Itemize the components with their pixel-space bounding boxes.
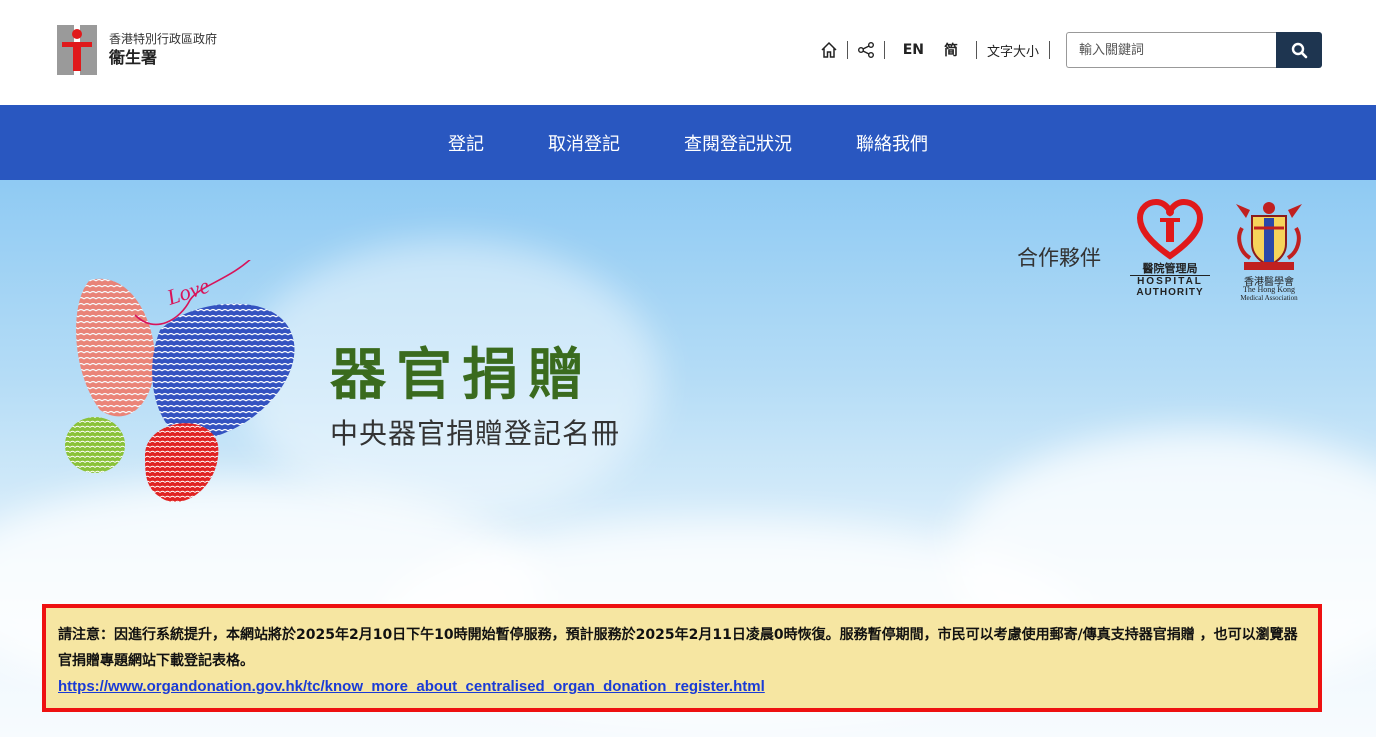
hero-title: 器官捐贈: [330, 343, 594, 408]
home-icon[interactable]: [819, 40, 839, 60]
header-tools: EN 简 文字大小: [819, 32, 1322, 68]
love-script: Love: [163, 273, 213, 310]
search-box: [1066, 32, 1322, 68]
divider: [883, 41, 885, 59]
ha-zh-name: 醫院管理局: [1142, 262, 1198, 275]
divider: [975, 41, 977, 59]
notice-link[interactable]: https://www.organdonation.gov.hk/tc/know…: [58, 674, 1306, 700]
notice-text: 請注意：因進行系統提升，本網站將於2025年2月10日下午10時開始暫停服務，預…: [58, 627, 1298, 669]
hkma-en-name-1: The Hong Kong: [1243, 285, 1295, 294]
search-input[interactable]: [1066, 32, 1276, 68]
maintenance-notice: 請注意：因進行系統提升，本網站將於2025年2月10日下午10時開始暫停服務，預…: [42, 604, 1322, 712]
ha-heart-icon: [1136, 198, 1204, 260]
nav-cancel-register[interactable]: 取消登記: [548, 130, 620, 156]
department-logo[interactable]: 香港特別行政區政府 衞生署: [57, 25, 217, 75]
lang-sc-link[interactable]: 简: [934, 40, 968, 60]
search-icon: [1291, 42, 1307, 58]
hkma-crest-icon: [1236, 202, 1302, 270]
font-size-link[interactable]: 文字大小: [985, 40, 1041, 60]
nav-check-status[interactable]: 查閱登記狀況: [684, 130, 792, 156]
hkma-logo[interactable]: 香港醫學會 The Hong Kong Medical Association: [1228, 198, 1310, 302]
fingerprint-butterfly-logo: Love: [65, 260, 295, 502]
ha-en-name-1: HOSPITAL: [1130, 275, 1210, 287]
search-button[interactable]: [1276, 32, 1322, 68]
site-header: 香港特別行政區政府 衞生署 EN 简 文字大小: [0, 0, 1376, 105]
lang-en-link[interactable]: EN: [893, 40, 934, 60]
divider: [1049, 41, 1050, 59]
main-nav: 登記 取消登記 查閱登記狀況 聯絡我們: [0, 105, 1376, 180]
dh-logo-icon: [57, 25, 97, 75]
divider: [846, 41, 848, 59]
partner-label: 合作夥伴: [1017, 246, 1101, 270]
dept-label: 衞生署: [109, 48, 158, 67]
gov-label: 香港特別行政區政府: [109, 32, 218, 46]
share-icon[interactable]: [856, 40, 876, 60]
nav-contact-us[interactable]: 聯絡我們: [856, 130, 928, 156]
hkma-en-name-2: Medical Association: [1240, 294, 1298, 302]
hero-subtitle: 中央器官捐贈登記名冊: [330, 417, 621, 450]
hospital-authority-logo[interactable]: 醫院管理局 HOSPITAL AUTHORITY: [1130, 198, 1210, 302]
nav-register[interactable]: 登記: [448, 130, 484, 156]
ha-en-name-2: AUTHORITY: [1136, 287, 1204, 298]
